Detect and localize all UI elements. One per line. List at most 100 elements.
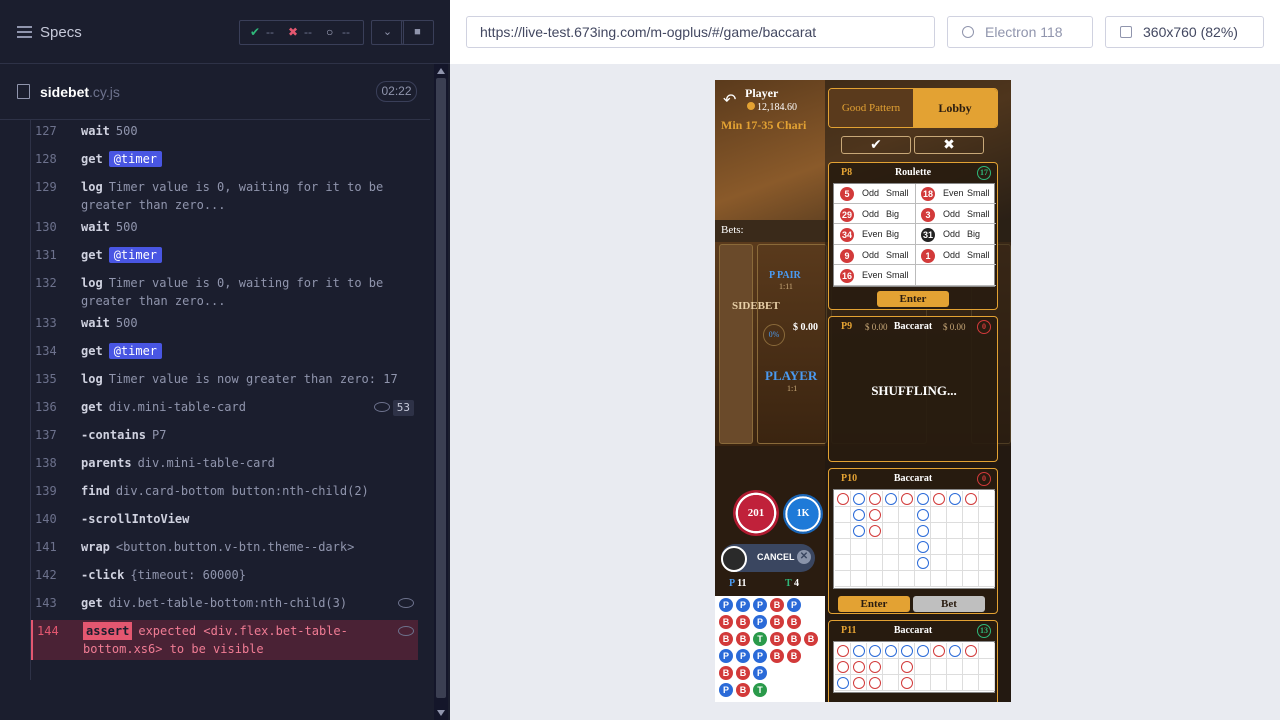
command-row[interactable]: 133 wait 500 bbox=[31, 312, 418, 340]
app-preview-panel: https://live-test.673ing.com/m-ogplus/#/… bbox=[450, 0, 1280, 720]
command-row[interactable]: 134 get @timer bbox=[31, 340, 418, 368]
road-cell bbox=[883, 643, 899, 659]
command-row[interactable]: 131 get @timer bbox=[31, 244, 418, 272]
sidebet-toggle[interactable]: SIDEBET bbox=[719, 244, 780, 444]
command-row[interactable]: 138 parents div.mini-table-card bbox=[31, 452, 418, 480]
road-marker bbox=[885, 645, 897, 657]
chat-icon[interactable] bbox=[721, 546, 747, 572]
command-row[interactable]: 142 -click {timeout: 60000} bbox=[31, 564, 418, 592]
road-cell bbox=[947, 675, 963, 691]
command-row[interactable]: 129 log Timer value is 0, waiting for it t… bbox=[31, 176, 418, 216]
viewport-selector[interactable]: 360x760 (82%) bbox=[1105, 16, 1264, 48]
command-name: get bbox=[81, 248, 103, 262]
bet-button[interactable]: Bet bbox=[913, 596, 985, 612]
bet-amount: $ 0.00 bbox=[943, 322, 966, 332]
bead-marker: B bbox=[770, 598, 784, 612]
road-cell bbox=[899, 539, 915, 555]
table-timer: 0 bbox=[977, 472, 991, 486]
close-button[interactable]: ✖ bbox=[914, 136, 984, 154]
error-command-row[interactable]: 144 assert expected <div.flex.bet-table-bo… bbox=[31, 620, 418, 660]
command-number: 130 bbox=[35, 220, 57, 234]
road-cell bbox=[883, 571, 899, 587]
road-marker bbox=[837, 677, 849, 689]
road-marker bbox=[901, 677, 913, 689]
tab-good-pattern[interactable]: Good Pattern bbox=[829, 89, 913, 127]
command-message: Timer value is 0, waiting for it to be g… bbox=[81, 180, 384, 212]
scroll-thumb[interactable] bbox=[436, 78, 446, 698]
road-marker bbox=[869, 493, 881, 505]
road-cell bbox=[851, 555, 867, 571]
viewport-size: 360x760 bbox=[1143, 24, 1197, 40]
road-cell bbox=[915, 555, 931, 571]
scroll-down-arrow[interactable] bbox=[437, 710, 445, 716]
url-bar[interactable]: https://live-test.673ing.com/m-ogplus/#/… bbox=[466, 16, 935, 48]
command-message: P7 bbox=[152, 428, 167, 442]
command-number: 131 bbox=[35, 248, 57, 262]
tab-lobby[interactable]: Lobby bbox=[913, 89, 997, 127]
command-row[interactable]: 128 get @timer bbox=[31, 148, 418, 176]
bead-marker: B bbox=[787, 632, 801, 646]
road-cell bbox=[963, 659, 979, 675]
player-pair-label[interactable]: P PAIR bbox=[769, 270, 801, 281]
command-row[interactable]: 141 wrap <button.button.v-btn.theme--dark> bbox=[31, 536, 418, 564]
road-cell bbox=[979, 491, 995, 507]
bead-marker: P bbox=[719, 598, 733, 612]
command-row[interactable]: 127 wait 500 bbox=[31, 120, 418, 148]
specs-label[interactable]: Specs bbox=[40, 24, 82, 41]
road-cell bbox=[867, 491, 883, 507]
eye-slash-icon bbox=[398, 598, 414, 608]
player-label[interactable]: PLAYER bbox=[765, 368, 817, 384]
confirm-button[interactable]: ✔ bbox=[841, 136, 911, 154]
stop-button[interactable]: ■ bbox=[401, 20, 434, 45]
road-cell bbox=[947, 659, 963, 675]
bead-marker: B bbox=[736, 666, 750, 680]
command-row[interactable]: 130 wait 500 bbox=[31, 216, 418, 244]
command-name: wrap bbox=[81, 540, 110, 554]
element-count: 53 bbox=[392, 400, 414, 416]
list-icon[interactable] bbox=[17, 26, 32, 39]
command-row[interactable]: 143 get div.bet-table-bottom:nth-child(3) bbox=[31, 592, 418, 620]
road-marker bbox=[949, 493, 961, 505]
size: Small bbox=[886, 249, 909, 260]
road-cell bbox=[899, 675, 915, 691]
road-cell bbox=[835, 491, 851, 507]
browser-selector[interactable]: Electron 118 bbox=[947, 16, 1093, 48]
command-message: 500 bbox=[115, 124, 138, 138]
chip-201[interactable]: 201 bbox=[733, 490, 779, 536]
road-cell bbox=[851, 491, 867, 507]
parity: Odd bbox=[943, 208, 961, 219]
scrollbar[interactable] bbox=[434, 64, 448, 720]
runner-toolbar: Specs ✔ -- ✖ -- ○ -- ⌄ ■ bbox=[0, 0, 450, 64]
road-cell bbox=[867, 675, 883, 691]
back-icon[interactable]: ↶ bbox=[723, 90, 736, 110]
enter-button[interactable]: Enter bbox=[877, 291, 949, 307]
bead-marker: B bbox=[719, 632, 733, 646]
command-number: 144 bbox=[37, 624, 59, 638]
table-timer: 17 bbox=[977, 166, 991, 180]
command-row[interactable]: 136 get div.mini-table-card 53 bbox=[31, 396, 418, 424]
size: Big bbox=[886, 229, 900, 239]
bead-marker: P bbox=[719, 649, 733, 663]
road-marker bbox=[917, 645, 929, 657]
x-icon: ✖ bbox=[288, 25, 299, 39]
command-row[interactable]: 139 find div.card-bottom button:nth-child(… bbox=[31, 480, 418, 508]
viewport-icon bbox=[1120, 26, 1132, 38]
scroll-up-arrow[interactable] bbox=[437, 68, 445, 74]
road-cell bbox=[899, 491, 915, 507]
mini-table-card-p11: P11 Baccarat 13 bbox=[828, 620, 998, 702]
road-cell bbox=[915, 491, 931, 507]
command-row[interactable]: 135 log Timer value is now greater than ze… bbox=[31, 368, 418, 396]
game-name: Baccarat bbox=[893, 473, 933, 484]
command-name: wait bbox=[81, 220, 110, 234]
command-row[interactable]: 132 log Timer value is 0, waiting for it t… bbox=[31, 272, 418, 312]
bead-marker: B bbox=[736, 615, 750, 629]
enter-button[interactable]: Enter bbox=[838, 596, 910, 612]
chip-1k[interactable]: 1K bbox=[783, 494, 823, 534]
command-name: get bbox=[81, 344, 103, 358]
road-cell bbox=[947, 571, 963, 587]
chevron-down-icon[interactable]: ⌄ bbox=[371, 20, 404, 45]
bead-marker bbox=[770, 683, 784, 697]
road-cell bbox=[851, 659, 867, 675]
command-row[interactable]: 137 -contains P7 bbox=[31, 424, 418, 452]
command-row[interactable]: 140 -scrollIntoView bbox=[31, 508, 418, 536]
